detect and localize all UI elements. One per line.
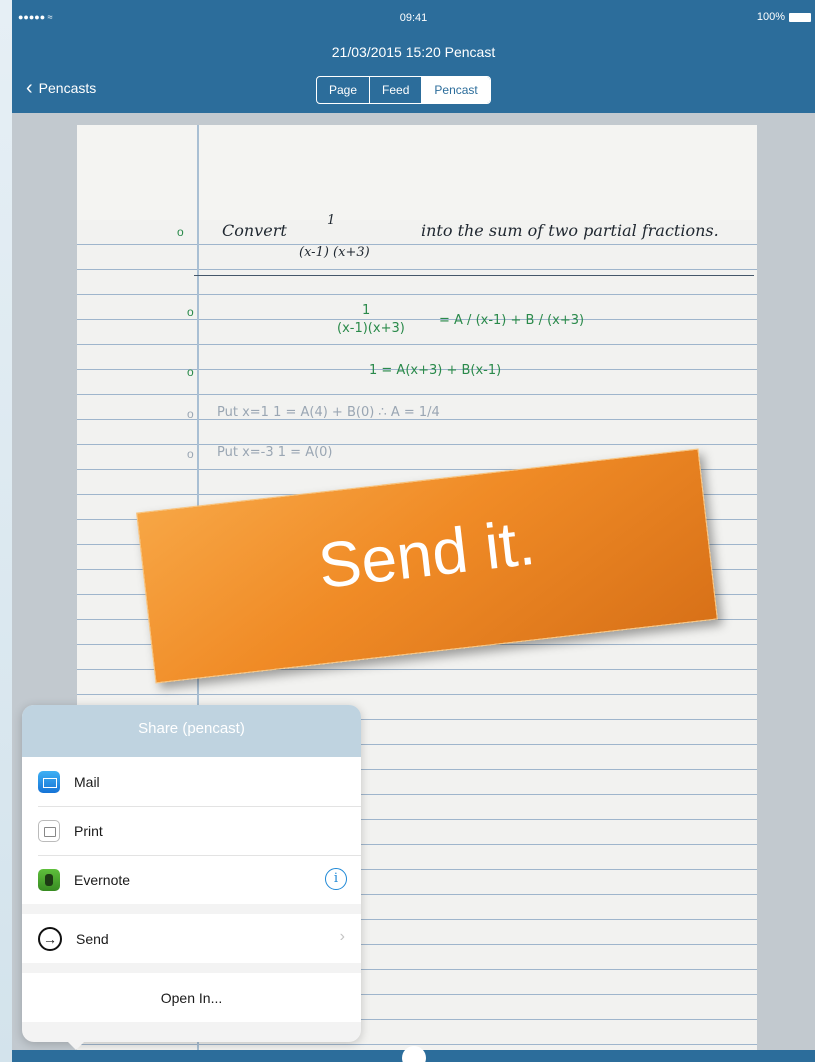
segment-pencast[interactable]: Pencast bbox=[422, 77, 490, 103]
share-evernote-label: Evernote bbox=[74, 871, 131, 888]
spacer bbox=[22, 904, 361, 914]
handwriting-convert: Convert bbox=[222, 221, 287, 240]
bullet: o bbox=[187, 447, 194, 461]
status-bar: ●●●●● ≈ 09:41 100% bbox=[12, 0, 815, 36]
handwriting-frac-den: (x-1) (x+3) bbox=[299, 245, 370, 260]
bullet: o bbox=[187, 305, 194, 319]
back-label: Pencasts bbox=[38, 80, 97, 96]
battery-icon bbox=[789, 12, 811, 22]
handwriting-rhs: = A / (x-1) + B / (x+3) bbox=[439, 313, 585, 328]
back-button[interactable]: ‹ Pencasts bbox=[26, 77, 97, 99]
handwriting-line4: Put x=1 1 = A(4) + B(0) ∴ A = 1/4 bbox=[217, 405, 440, 420]
page-title: 21/03/2015 15:20 Pencast bbox=[331, 44, 496, 60]
background-frame: ●●●●● ≈ 09:41 100% 21/03/2015 15:20 Penc… bbox=[0, 0, 815, 1062]
open-in-button[interactable]: Open In... bbox=[22, 973, 361, 1022]
status-time: 09:41 bbox=[399, 12, 428, 24]
segment-page[interactable]: Page bbox=[317, 77, 371, 103]
share-print-label: Print bbox=[74, 822, 103, 839]
handwriting-lhs-den: (x-1)(x+3) bbox=[337, 321, 405, 336]
open-in-label: Open In... bbox=[160, 989, 223, 1006]
send-group: → Send › bbox=[22, 914, 361, 963]
chevron-left-icon: ‹ bbox=[26, 77, 33, 99]
handwriting-line5: Put x=-3 1 = A(0) bbox=[217, 445, 333, 460]
evernote-icon bbox=[38, 868, 60, 891]
ipad-screen: ●●●●● ≈ 09:41 100% 21/03/2015 15:20 Penc… bbox=[12, 0, 815, 1062]
view-segmented-control[interactable]: Page Feed Pencast bbox=[316, 76, 491, 104]
section-divider bbox=[194, 275, 754, 276]
bullet: o bbox=[177, 225, 184, 239]
battery-percent: 100% bbox=[756, 11, 785, 23]
share-title: Share (pencast) bbox=[22, 705, 361, 757]
bullet: o bbox=[187, 365, 194, 379]
share-print[interactable]: Print bbox=[22, 806, 361, 855]
share-app-list: Mail Print Evernote i bbox=[22, 757, 361, 904]
spacer bbox=[22, 963, 361, 973]
share-evernote[interactable]: Evernote i bbox=[22, 855, 361, 904]
navigation-bar: ●●●●● ≈ 09:41 100% 21/03/2015 15:20 Penc… bbox=[12, 0, 815, 113]
share-mail-label: Mail bbox=[74, 773, 100, 790]
popover-arrow bbox=[66, 1040, 86, 1050]
segment-feed[interactable]: Feed bbox=[370, 77, 423, 103]
bullet: o bbox=[187, 407, 194, 421]
handwriting-lhs-num: 1 bbox=[362, 303, 371, 318]
battery-indicator: 100% bbox=[757, 11, 811, 23]
mail-icon bbox=[38, 770, 60, 793]
open-in-group: Open In... bbox=[22, 973, 361, 1022]
chevron-right-icon: › bbox=[339, 928, 345, 945]
share-mail[interactable]: Mail bbox=[22, 757, 361, 806]
info-icon[interactable]: i bbox=[325, 868, 347, 890]
print-icon bbox=[38, 819, 60, 842]
banner-text: Send it. bbox=[314, 505, 539, 603]
handwriting-line3: 1 = A(x+3) + B(x-1) bbox=[369, 363, 502, 378]
send-arrow-icon: → bbox=[38, 926, 62, 951]
handwriting-frac-num: 1 bbox=[327, 213, 336, 228]
share-send-label: Send bbox=[76, 930, 109, 947]
share-popover: Share (pencast) Mail Print Evernote i → … bbox=[22, 705, 361, 1042]
share-send[interactable]: → Send › bbox=[22, 914, 361, 963]
handwriting-instruction: into the sum of two partial fractions. bbox=[421, 221, 719, 240]
